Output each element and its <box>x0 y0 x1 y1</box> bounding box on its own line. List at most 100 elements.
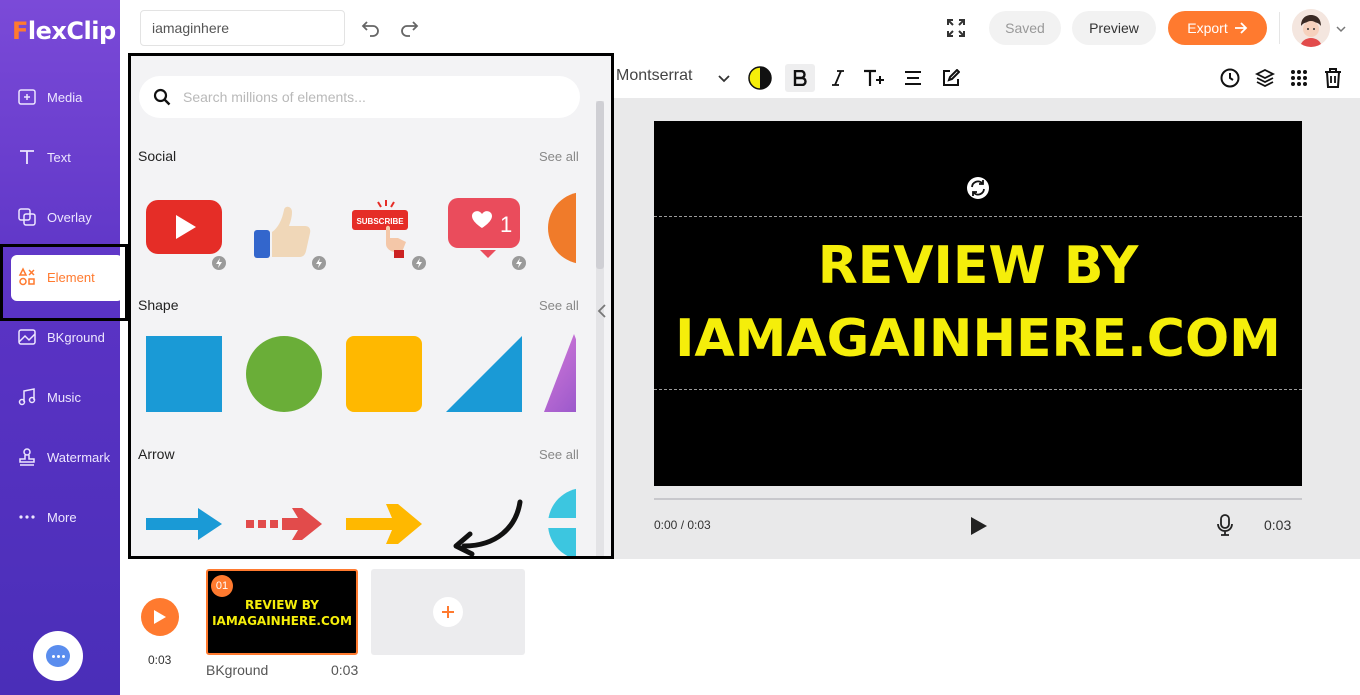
fullscreen-icon[interactable] <box>946 18 966 38</box>
saved-status: Saved <box>989 11 1061 45</box>
play-icon[interactable] <box>969 515 989 537</box>
sidebar-item-more[interactable]: More <box>0 487 120 547</box>
sidebar-item-label: Music <box>47 389 81 405</box>
premium-badge-icon <box>310 254 328 272</box>
sidebar-item-label: Watermark <box>47 449 111 465</box>
text-format-toolbar: Montserrat <box>614 56 1360 98</box>
section-title-arrow: Arrow <box>138 446 175 462</box>
playback-time: 0:00 / 0:03 <box>654 518 711 532</box>
timeline-total-time: 0:03 <box>148 653 172 667</box>
text-t-icon <box>17 147 37 167</box>
left-sidebar: FlexClip Media Text Overlay Element BKgr… <box>0 0 128 695</box>
triangle-shape-element[interactable] <box>444 334 524 414</box>
more-dots-icon <box>17 507 37 527</box>
add-scene-button[interactable] <box>371 569 525 655</box>
gradient-triangle-shape-partial[interactable] <box>544 334 576 414</box>
edit-text-icon[interactable] <box>939 66 963 90</box>
align-center-icon[interactable] <box>901 66 925 90</box>
clip-text-line2: IAMAGAINHERE.COM <box>212 614 352 628</box>
flexclip-logo[interactable]: FlexClip <box>12 17 116 45</box>
see-all-social-link[interactable]: See all <box>539 149 579 164</box>
undo-icon[interactable] <box>360 16 382 38</box>
cyan-arrow-element-partial[interactable] <box>544 484 576 556</box>
chat-support-button[interactable] <box>33 631 83 681</box>
redo-icon[interactable] <box>398 16 420 38</box>
total-duration: 0:03 <box>1264 517 1292 533</box>
section-title-shape: Shape <box>138 297 179 313</box>
microphone-icon[interactable] <box>1217 514 1233 536</box>
play-icon <box>154 610 166 624</box>
element-search-bar[interactable] <box>139 76 580 118</box>
music-note-icon <box>17 387 37 407</box>
layers-icon[interactable] <box>1253 66 1277 90</box>
square-shape-element[interactable] <box>144 334 224 414</box>
see-all-shape-link[interactable]: See all <box>539 298 579 313</box>
timeline: 0:03 01 REVIEW BY IAMAGAINHERE.COM BKgro… <box>120 559 1360 695</box>
sidebar-item-media[interactable]: Media <box>0 67 120 127</box>
red-dashed-arrow-element[interactable] <box>244 484 324 556</box>
search-icon <box>153 88 171 106</box>
user-avatar[interactable] <box>1292 9 1330 47</box>
clip-text-line1: REVIEW BY <box>245 598 319 612</box>
project-name-input[interactable]: iamaginhere <box>140 10 345 46</box>
thumbs-up-element[interactable] <box>244 188 328 272</box>
collapse-panel-chevron-icon[interactable] <box>596 302 608 320</box>
like-notification-element[interactable]: 1 <box>444 188 528 272</box>
clip-number-badge: 01 <box>211 575 233 597</box>
plus-icon <box>433 597 463 627</box>
trash-icon[interactable] <box>1321 66 1345 90</box>
circle-shape-element[interactable] <box>244 334 324 414</box>
social-element-partial[interactable] <box>544 188 576 268</box>
section-title-social: Social <box>138 148 177 164</box>
youtube-element[interactable] <box>144 188 228 272</box>
preview-button[interactable]: Preview <box>1072 11 1156 45</box>
sidebar-item-label: Overlay <box>47 209 92 225</box>
export-button[interactable]: Export <box>1168 11 1267 45</box>
premium-badge-icon <box>510 254 528 272</box>
element-highlight-box <box>0 244 128 321</box>
sidebar-item-label: Text <box>47 149 71 165</box>
black-curved-arrow-element[interactable] <box>444 484 524 556</box>
subscribe-button-element[interactable]: SUBSCRIBE <box>344 188 428 272</box>
sidebar-item-label: Media <box>47 89 83 105</box>
panel-scrollbar[interactable] <box>596 101 604 556</box>
bold-icon[interactable] <box>785 64 815 92</box>
sidebar-item-overlay[interactable]: Overlay <box>0 187 120 247</box>
sidebar-item-text[interactable]: Text <box>0 127 120 187</box>
element-panel: Social See all SUBSCRIBE 1 Shape See all <box>128 53 614 559</box>
italic-icon[interactable] <box>826 66 850 90</box>
text-color-icon[interactable] <box>748 66 772 90</box>
top-bar: iamaginhere Saved Preview Export <box>120 0 1360 56</box>
stage-title-line2[interactable]: IAMAGAINHERE.COM <box>654 309 1302 369</box>
media-add-icon <box>17 87 37 107</box>
stage-title-line1[interactable]: REVIEW BY <box>654 236 1302 296</box>
blue-arrow-element[interactable] <box>144 484 224 556</box>
canvas-area: REVIEW BY IAMAGAINHERE.COM 0:00 / 0:03 0… <box>614 98 1360 559</box>
clock-duration-icon[interactable] <box>1218 66 1242 90</box>
see-all-arrow-link[interactable]: See all <box>539 447 579 462</box>
rotate-handle-icon[interactable] <box>966 176 990 200</box>
video-stage[interactable]: REVIEW BY IAMAGAINHERE.COM <box>654 121 1302 486</box>
timeline-play-button[interactable] <box>141 598 179 636</box>
svg-text:SUBSCRIBE: SUBSCRIBE <box>356 217 404 226</box>
rounded-square-shape-element[interactable] <box>344 334 424 414</box>
svg-text:1: 1 <box>500 212 512 237</box>
scene-clip-01[interactable]: 01 REVIEW BY IAMAGAINHERE.COM <box>206 569 358 655</box>
background-icon <box>17 327 37 347</box>
text-box-bottom-border <box>654 389 1302 390</box>
playback-progress-bar[interactable] <box>654 498 1302 500</box>
sidebar-item-watermark[interactable]: Watermark <box>0 427 120 487</box>
premium-badge-icon <box>210 254 228 272</box>
font-family-select[interactable]: Montserrat <box>616 67 692 85</box>
font-dropdown-chevron-icon[interactable] <box>712 66 736 90</box>
chevron-down-icon[interactable] <box>1335 22 1347 34</box>
search-input[interactable] <box>183 89 563 105</box>
divider <box>1279 12 1280 44</box>
arrow-right-icon <box>1234 22 1248 34</box>
sidebar-item-label: More <box>47 509 77 525</box>
grid-dots-icon[interactable] <box>1287 66 1311 90</box>
scrollbar-thumb[interactable] <box>596 101 604 269</box>
yellow-arrow-element[interactable] <box>344 484 424 556</box>
sidebar-item-music[interactable]: Music <box>0 367 120 427</box>
text-size-icon[interactable] <box>862 66 886 90</box>
